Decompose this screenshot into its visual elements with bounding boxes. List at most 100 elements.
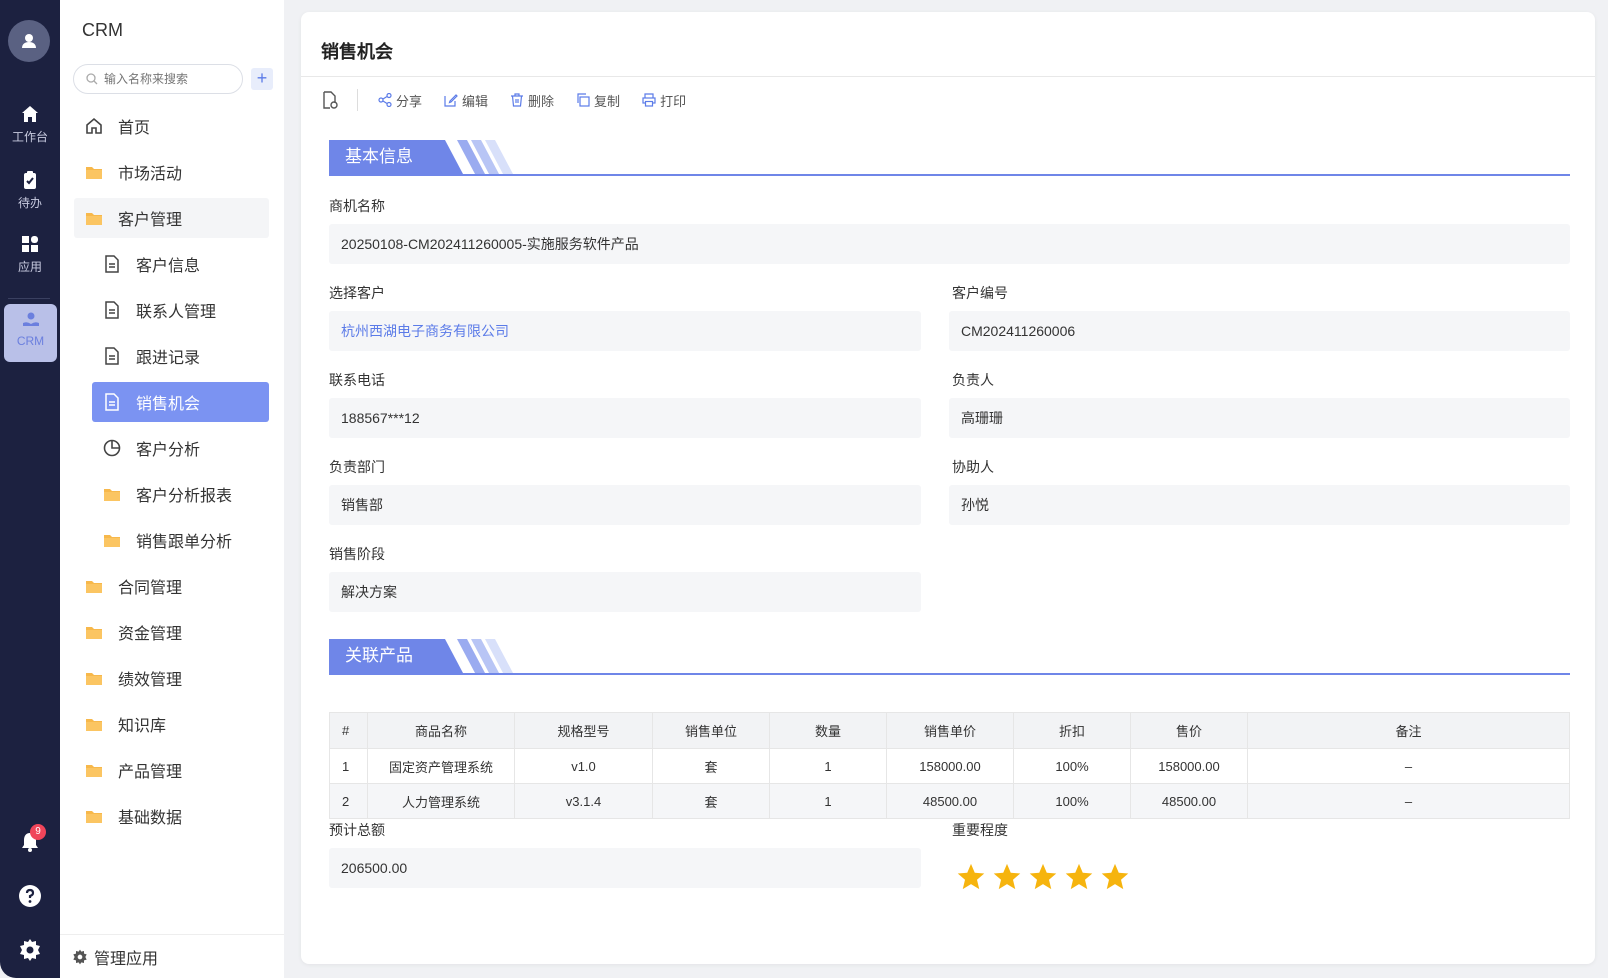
gear-icon [73, 949, 87, 964]
delete-label: 删除 [528, 93, 555, 109]
settings-button[interactable] [0, 938, 60, 962]
user-avatar[interactable] [8, 20, 50, 62]
document-view-icon[interactable] [321, 91, 339, 109]
star-icon[interactable] [992, 862, 1022, 892]
share-button[interactable]: 分享 [378, 91, 422, 110]
sidebar-item-label: 基础数据 [118, 810, 183, 827]
field-label: 协助人 [952, 459, 994, 475]
sidebar-item-base-data[interactable]: 基础数据 [74, 796, 269, 836]
sidebar-item-customer-management[interactable]: 客户管理 [74, 198, 269, 238]
edit-label: 编辑 [462, 93, 489, 109]
print-label: 打印 [660, 93, 687, 109]
total-value: 206500.00 [329, 848, 921, 888]
gear-icon [20, 939, 40, 961]
sidebar-item-label: 销售机会 [136, 396, 201, 413]
rail-item-crm[interactable]: CRM [4, 304, 57, 362]
rail-item-workbench[interactable]: 工作台 [0, 104, 60, 145]
table-cell: 套 [652, 783, 770, 819]
folder-icon [104, 535, 120, 547]
star-icon[interactable] [1028, 862, 1058, 892]
column-header: 销售单位 [652, 712, 770, 749]
folder-icon [104, 489, 120, 501]
folder-icon [86, 167, 102, 179]
sidebar-item-contacts[interactable]: 联系人管理 [92, 290, 269, 330]
add-button[interactable]: + [251, 68, 273, 90]
print-button[interactable]: 打印 [642, 91, 686, 110]
table-cell: 人力管理系统 [367, 783, 515, 819]
sidebar-item-label: 资金管理 [118, 626, 183, 643]
star-icon[interactable] [1100, 862, 1130, 892]
help-button[interactable] [0, 884, 60, 908]
table-row[interactable]: 1 固定资产管理系统 v1.0 套 1 158000.00 100% 15800… [329, 748, 1570, 784]
rail-item-todo[interactable]: 待办 [0, 170, 60, 211]
sidebar-item-contracts[interactable]: 合同管理 [74, 566, 269, 606]
field-label: 负责部门 [329, 459, 385, 475]
sidebar-item-performance[interactable]: 绩效管理 [74, 658, 269, 698]
notifications-button[interactable]: 9 [0, 824, 60, 854]
customer-link[interactable]: 杭州西湖电子商务有限公司 [329, 311, 921, 351]
sidebar-item-knowledge-base[interactable]: 知识库 [74, 704, 269, 744]
sidebar-item-marketing[interactable]: 市场活动 [74, 152, 269, 192]
trash-icon [511, 93, 524, 107]
sidebar-item-funds[interactable]: 资金管理 [74, 612, 269, 652]
sidebar-item-label: 首页 [118, 120, 151, 137]
user-icon [22, 34, 36, 48]
edit-icon [444, 94, 458, 107]
sidebar-item-customer-info[interactable]: 客户信息 [92, 244, 269, 284]
sidebar-item-followup[interactable]: 跟进记录 [92, 336, 269, 376]
manage-apps-button[interactable]: 管理应用 [60, 934, 284, 978]
section-stripes-decoration [423, 639, 513, 673]
sidebar: CRM + 首页 市场活动 客户管理 客户信息 联系人管理 跟进记录 销售机会 … [60, 0, 284, 978]
copy-icon [577, 93, 590, 107]
field-label: 重要程度 [952, 822, 1008, 838]
importance-rating [956, 862, 1136, 892]
document-icon [105, 301, 119, 319]
share-label: 分享 [396, 93, 423, 109]
sidebar-item-label: 客户分析报表 [136, 488, 233, 505]
copy-button[interactable]: 复制 [576, 91, 620, 110]
sidebar-item-products[interactable]: 产品管理 [74, 750, 269, 790]
star-icon[interactable] [1064, 862, 1094, 892]
customer-no-value: CM202411260006 [949, 311, 1570, 351]
sidebar-item-label: 客户分析 [136, 442, 201, 459]
search-input[interactable] [104, 72, 224, 86]
field-label: 商机名称 [329, 198, 385, 214]
edit-button[interactable]: 编辑 [444, 91, 488, 110]
sidebar-item-customer-analysis[interactable]: 客户分析 [92, 428, 269, 468]
rail-item-apps[interactable]: 应用 [0, 234, 60, 275]
clipboard-icon [24, 171, 36, 189]
table-cell: 1 [769, 783, 887, 819]
main-panel: 销售机会 分享 编辑 删除 复制 打印 基本信息 商机名称 20250108-C… [301, 12, 1595, 964]
column-header: 折扣 [1013, 712, 1131, 749]
folder-icon [86, 673, 102, 685]
table-cell: 2 [329, 783, 368, 819]
rail-label: 工作台 [11, 130, 48, 144]
sidebar-item-sales-tracking-analysis[interactable]: 销售跟单分析 [92, 520, 269, 560]
column-header: 销售单价 [886, 712, 1014, 749]
sidebar-item-label: 销售跟单分析 [136, 534, 233, 551]
sidebar-item-label: 产品管理 [118, 764, 183, 781]
help-icon [19, 885, 41, 907]
search-box[interactable] [73, 64, 243, 94]
rail-divider [8, 298, 50, 299]
table-cell: v1.0 [514, 748, 653, 784]
apps-icon [22, 236, 38, 252]
delete-button[interactable]: 删除 [510, 91, 554, 110]
table-row[interactable]: 2 人力管理系统 v3.1.4 套 1 48500.00 100% 48500.… [329, 783, 1570, 819]
sidebar-item-sales-opportunity[interactable]: 销售机会 [92, 382, 269, 422]
column-header: 商品名称 [367, 712, 515, 749]
table-cell: – [1247, 748, 1570, 784]
column-header: 规格型号 [514, 712, 653, 749]
printer-icon [642, 93, 656, 107]
opportunity-name-value: 20250108-CM202411260005-实施服务软件产品 [329, 224, 1570, 264]
star-icon[interactable] [956, 862, 986, 892]
field-label: 客户编号 [952, 285, 1008, 301]
document-icon [105, 393, 119, 411]
rail-label: CRM [16, 334, 45, 348]
notification-badge: 9 [30, 824, 46, 840]
sidebar-item-home[interactable]: 首页 [74, 106, 269, 146]
share-icon [378, 93, 392, 107]
column-header: 备注 [1247, 712, 1570, 749]
sidebar-item-customer-analysis-report[interactable]: 客户分析报表 [92, 474, 269, 514]
document-icon [105, 255, 119, 273]
